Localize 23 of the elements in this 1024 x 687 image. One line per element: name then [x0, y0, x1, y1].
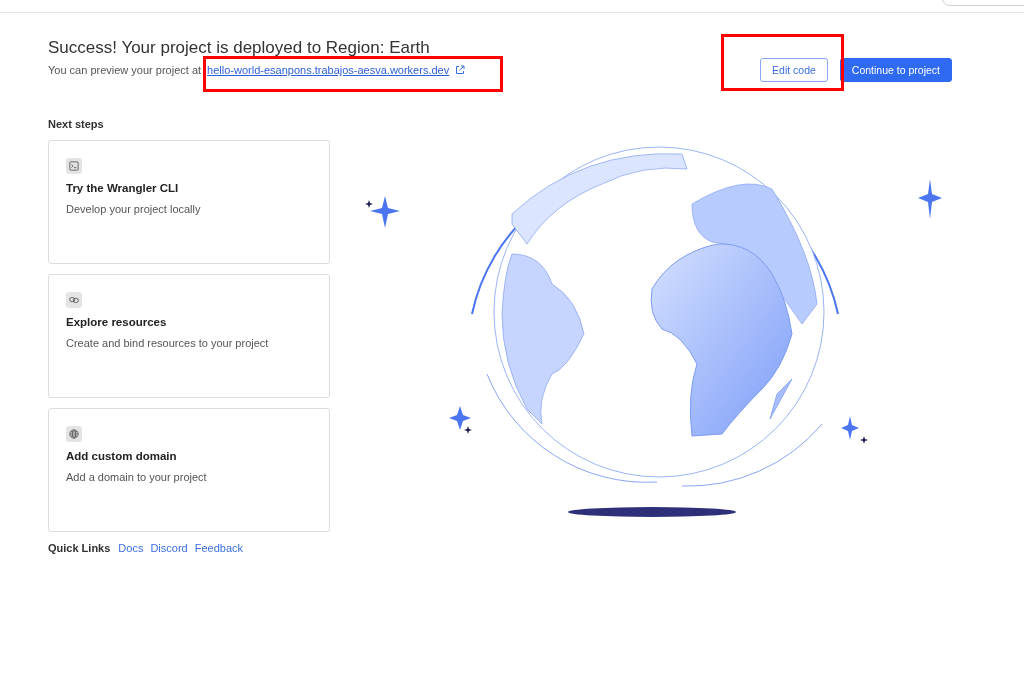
card-title: Try the Wrangler CLI: [66, 182, 180, 194]
edit-code-button[interactable]: Edit code: [760, 58, 828, 82]
card-description: Develop your project locally: [66, 203, 202, 215]
section-title: Next steps: [48, 118, 105, 130]
external-link-icon[interactable]: [455, 65, 466, 75]
preview-link[interactable]: hello-world-esanpons.trabajos-aesva.workers.dev: [207, 64, 450, 76]
quick-link[interactable]: Docs: [118, 542, 144, 554]
preview-text: You can preview your project at: [48, 64, 202, 76]
link-icon: [66, 292, 82, 308]
step-card[interactable]: Explore resources Create and bind resources to your project: [48, 274, 330, 398]
card-title: Add custom domain: [66, 450, 178, 462]
continue-button[interactable]: Continue to project: [839, 58, 952, 82]
card-title: Explore resources: [66, 316, 168, 328]
step-card[interactable]: Add custom domain Add a domain to your project: [48, 408, 330, 532]
card-description: Add a domain to your project: [66, 471, 208, 483]
card-description: Create and bind resources to your project: [66, 337, 270, 349]
quick-link[interactable]: Feedback: [194, 542, 244, 554]
globe-icon: [66, 426, 82, 442]
terminal-icon: [66, 158, 82, 174]
quick-link[interactable]: Discord: [150, 542, 188, 554]
step-card[interactable]: Try the Wrangler CLI Develop your project locally: [48, 140, 330, 264]
quick-links-label: Quick Links: [48, 542, 111, 554]
page-title: Success! Your project is deployed to Region: Earth: [48, 38, 431, 58]
